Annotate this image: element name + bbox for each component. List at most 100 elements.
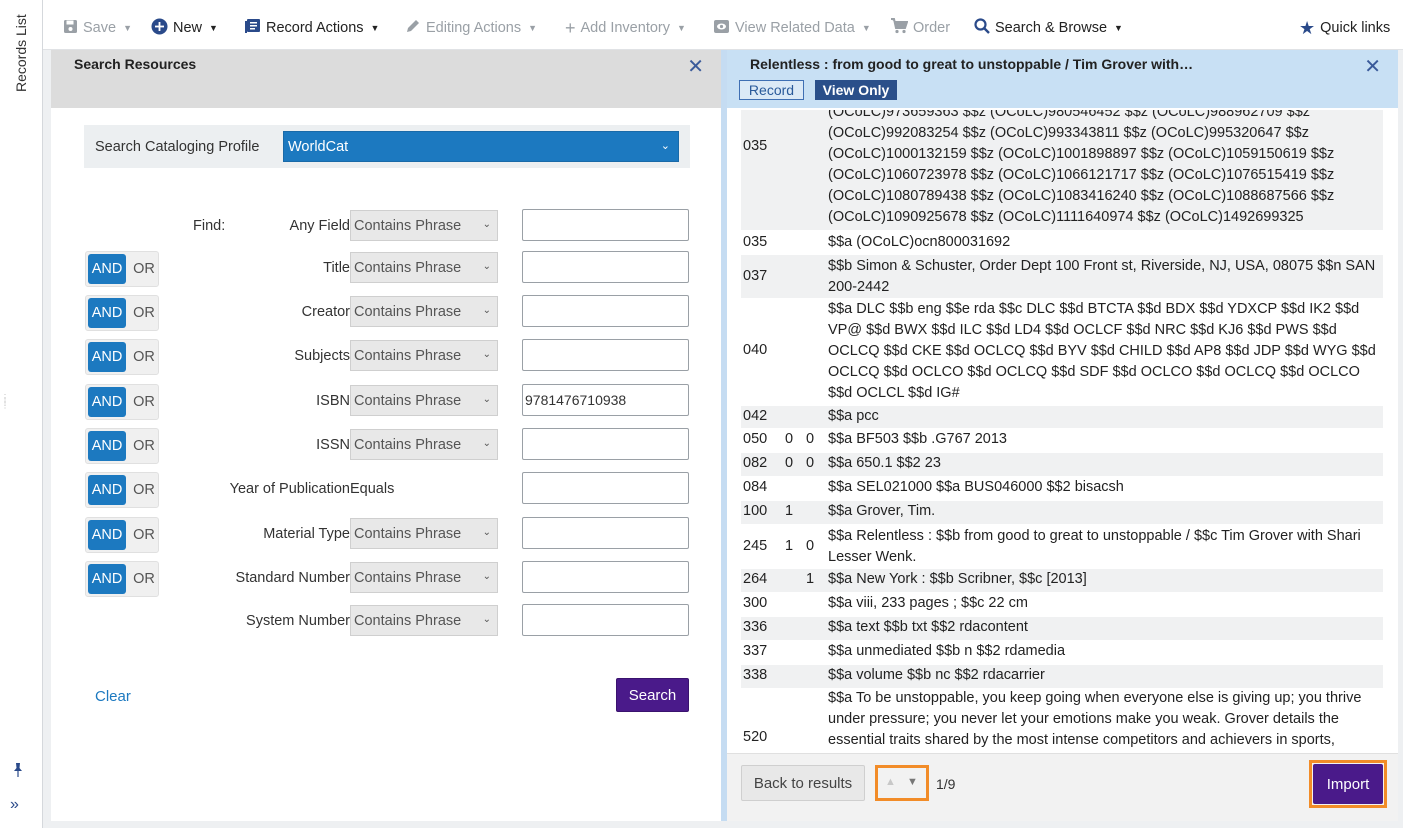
drag-handle-icon[interactable]: ⋮ ⋮ ⋮ (1, 394, 9, 430)
search-value-input[interactable] (522, 561, 689, 593)
import-button[interactable]: Import (1313, 764, 1383, 804)
search-button[interactable]: Search (616, 678, 689, 712)
cataloging-profile-select[interactable]: WorldCat ⌄ (283, 131, 679, 162)
or-button[interactable]: OR (130, 254, 158, 284)
or-button[interactable]: OR (130, 298, 158, 328)
marc-indicator-1: 1 (785, 538, 794, 554)
and-button[interactable]: AND (88, 387, 126, 417)
tab-record[interactable]: Record (739, 80, 804, 100)
or-button[interactable]: OR (130, 475, 158, 505)
operator-value: Contains Phrase (354, 393, 462, 409)
operator-select[interactable]: Contains Phrase ⌄ (350, 296, 498, 327)
or-button[interactable]: OR (130, 342, 158, 372)
triangle-up-icon[interactable]: ▲ (885, 776, 896, 788)
save-button[interactable]: Save ▼ (63, 17, 132, 39)
search-value-input[interactable] (522, 295, 689, 327)
and-button[interactable]: AND (88, 342, 126, 372)
operator-value: Contains Phrase (354, 437, 462, 453)
marc-field-row: 040 $$a DLC $$b eng $$e rda $$c DLC $$d … (741, 299, 1383, 405)
operator-select[interactable]: Contains Phrase ⌄ (350, 210, 498, 241)
field-label: ISSN (316, 437, 350, 453)
marc-content: $$b Simon & Schuster, Order Dept 100 Fro… (828, 258, 1376, 295)
add-inventory-label: Add Inventory (580, 20, 670, 36)
marc-tag: 035 (743, 234, 768, 250)
and-button[interactable]: AND (88, 475, 126, 505)
marc-indicator-1: 1 (785, 503, 794, 519)
marc-record-view[interactable]: 035 (OCoLC)973659363 $$z (OCoLC)98054645… (741, 110, 1383, 752)
panel-title: Search Resources (74, 56, 197, 72)
operator-select[interactable]: Contains Phrase ⌄ (350, 518, 498, 549)
operator-select[interactable]: Contains Phrase ⌄ (350, 562, 498, 593)
new-button[interactable]: New ▼ (151, 17, 218, 39)
and-or-toggle: AND OR (85, 517, 159, 553)
add-inventory-button[interactable]: + Add Inventory ▼ (565, 17, 686, 39)
operator-value: Contains Phrase (354, 260, 462, 276)
chevron-down-icon: ⌄ (482, 527, 491, 538)
search-value-input[interactable] (522, 472, 689, 504)
or-button[interactable]: OR (130, 520, 158, 550)
close-icon[interactable]: ✕ (1364, 54, 1381, 79)
marc-tag: 300 (743, 595, 768, 611)
and-button[interactable]: AND (88, 564, 126, 594)
back-to-results-button[interactable]: Back to results (741, 765, 865, 801)
marc-indicator-2: 0 (806, 431, 815, 447)
order-button[interactable]: Order (890, 17, 950, 39)
and-button[interactable]: AND (88, 298, 126, 328)
operator-select[interactable]: Contains Phrase ⌄ (350, 340, 498, 371)
search-value-input[interactable] (522, 517, 689, 549)
marc-content: $$a viii, 233 pages ; $$c 22 cm (828, 595, 1028, 611)
operator-select[interactable]: Contains Phrase ⌄ (350, 605, 498, 636)
and-button[interactable]: AND (88, 520, 126, 550)
record-actions-button[interactable]: Record Actions ▼ (244, 17, 379, 39)
or-button[interactable]: OR (130, 387, 158, 417)
and-button[interactable]: AND (88, 431, 126, 461)
chevron-down-icon: ⌄ (482, 261, 491, 272)
and-button[interactable]: AND (88, 254, 126, 284)
search-value-input[interactable] (522, 209, 689, 241)
marc-content: $$a To be unstoppable, you keep going wh… (828, 690, 1362, 748)
search-row-title: AND OR Title Contains Phrase ⌄ (84, 251, 694, 287)
isbn-input[interactable] (522, 384, 689, 416)
or-button[interactable]: OR (130, 564, 158, 594)
search-value-input[interactable] (522, 428, 689, 460)
view-related-data-button[interactable]: View Related Data ▼ (713, 17, 871, 39)
search-browse-button[interactable]: Search & Browse ▼ (974, 17, 1123, 39)
marc-tag: 337 (743, 643, 768, 659)
operator-select[interactable]: Contains Phrase ⌄ (350, 385, 498, 416)
marc-tag: 520 (743, 729, 768, 745)
pin-icon[interactable] (11, 762, 27, 778)
marc-content: $$a unmediated $$b n $$2 rdamedia (828, 643, 1066, 659)
tab-view-only[interactable]: View Only (815, 80, 897, 100)
triangle-down-icon[interactable]: ▼ (907, 776, 918, 788)
operator-select[interactable]: Contains Phrase ⌄ (350, 429, 498, 460)
quick-links-button[interactable]: ★ Quick links (1299, 17, 1390, 39)
marc-content: $$a DLC $$b eng $$e rda $$c DLC $$d BTCT… (828, 301, 1376, 401)
field-label: Creator (301, 304, 350, 320)
field-label: Title (323, 260, 350, 276)
marc-content: $$a BF503 $$b .G767 2013 (828, 431, 1007, 447)
marc-field-row: 035 $$a (OCoLC)ocn800031692 (741, 232, 1383, 254)
close-icon[interactable]: ✕ (687, 54, 704, 79)
records-list-tab[interactable]: Records List (13, 14, 29, 104)
plus-icon: + (565, 17, 576, 38)
and-or-toggle: AND OR (85, 339, 159, 375)
double-chevron-right-icon[interactable]: » (10, 796, 19, 814)
marc-tag: 336 (743, 619, 768, 635)
search-value-input[interactable] (522, 339, 689, 371)
editing-actions-button[interactable]: Editing Actions ▼ (405, 17, 537, 39)
chevron-down-icon: ⌄ (482, 219, 491, 230)
marc-content: $$a Relentless : $$b from good to great … (828, 528, 1361, 565)
field-label: Any Field (289, 218, 350, 234)
chevron-down-icon: ⌄ (482, 438, 491, 449)
clear-link[interactable]: Clear (95, 688, 131, 705)
search-value-input[interactable] (522, 604, 689, 636)
operator-select[interactable]: Contains Phrase ⌄ (350, 252, 498, 283)
field-label: ISBN (316, 393, 350, 409)
view-related-data-label: View Related Data (735, 20, 855, 36)
search-value-input[interactable] (522, 251, 689, 283)
operator-value: Contains Phrase (354, 304, 462, 320)
or-button[interactable]: OR (130, 431, 158, 461)
caret-down-icon: ▼ (370, 23, 380, 33)
new-label: New (173, 20, 203, 36)
and-or-toggle: AND OR (85, 384, 159, 420)
